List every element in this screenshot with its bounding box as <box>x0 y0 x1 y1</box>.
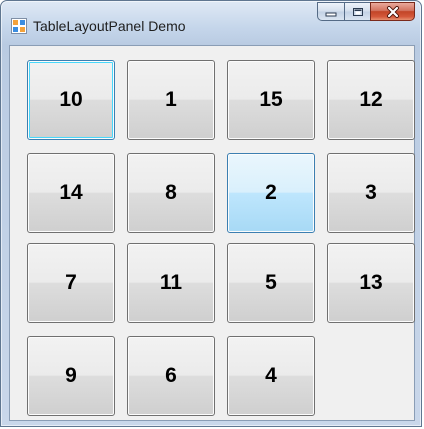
title-bar[interactable]: TableLayoutPanel Demo <box>1 1 421 45</box>
table-layout-panel: 10 1 15 12 14 8 2 3 7 11 5 13 9 6 4 <box>9 45 415 421</box>
tile-button[interactable]: 12 <box>327 60 415 140</box>
tile-button[interactable]: 5 <box>227 243 315 323</box>
tile-button[interactable]: 11 <box>127 243 215 323</box>
window-title: TableLayoutPanel Demo <box>33 18 186 34</box>
maximize-icon <box>352 7 363 16</box>
close-icon <box>386 5 399 18</box>
caption-buttons <box>317 2 415 22</box>
maximize-button[interactable] <box>344 2 370 21</box>
tile-button[interactable]: 4 <box>227 336 315 416</box>
minimize-button[interactable] <box>317 2 344 21</box>
tile-button[interactable]: 15 <box>227 60 315 140</box>
tile-button[interactable]: 2 <box>227 153 315 233</box>
tile-button[interactable]: 8 <box>127 153 215 233</box>
app-window: TableLayoutPanel Demo 10 1 15 12 14 8 2 … <box>0 0 422 427</box>
minimize-icon <box>325 12 337 16</box>
tile-button[interactable]: 10 <box>27 60 115 140</box>
tile-button[interactable]: 6 <box>127 336 215 416</box>
close-button[interactable] <box>370 2 415 21</box>
tile-button[interactable]: 7 <box>27 243 115 323</box>
tile-button[interactable]: 14 <box>27 153 115 233</box>
tile-button[interactable]: 9 <box>27 336 115 416</box>
winforms-app-icon <box>11 18 27 34</box>
tile-button[interactable]: 13 <box>327 243 415 323</box>
empty-cell[interactable] <box>327 336 415 416</box>
tile-button[interactable]: 1 <box>127 60 215 140</box>
tile-button[interactable]: 3 <box>327 153 415 233</box>
